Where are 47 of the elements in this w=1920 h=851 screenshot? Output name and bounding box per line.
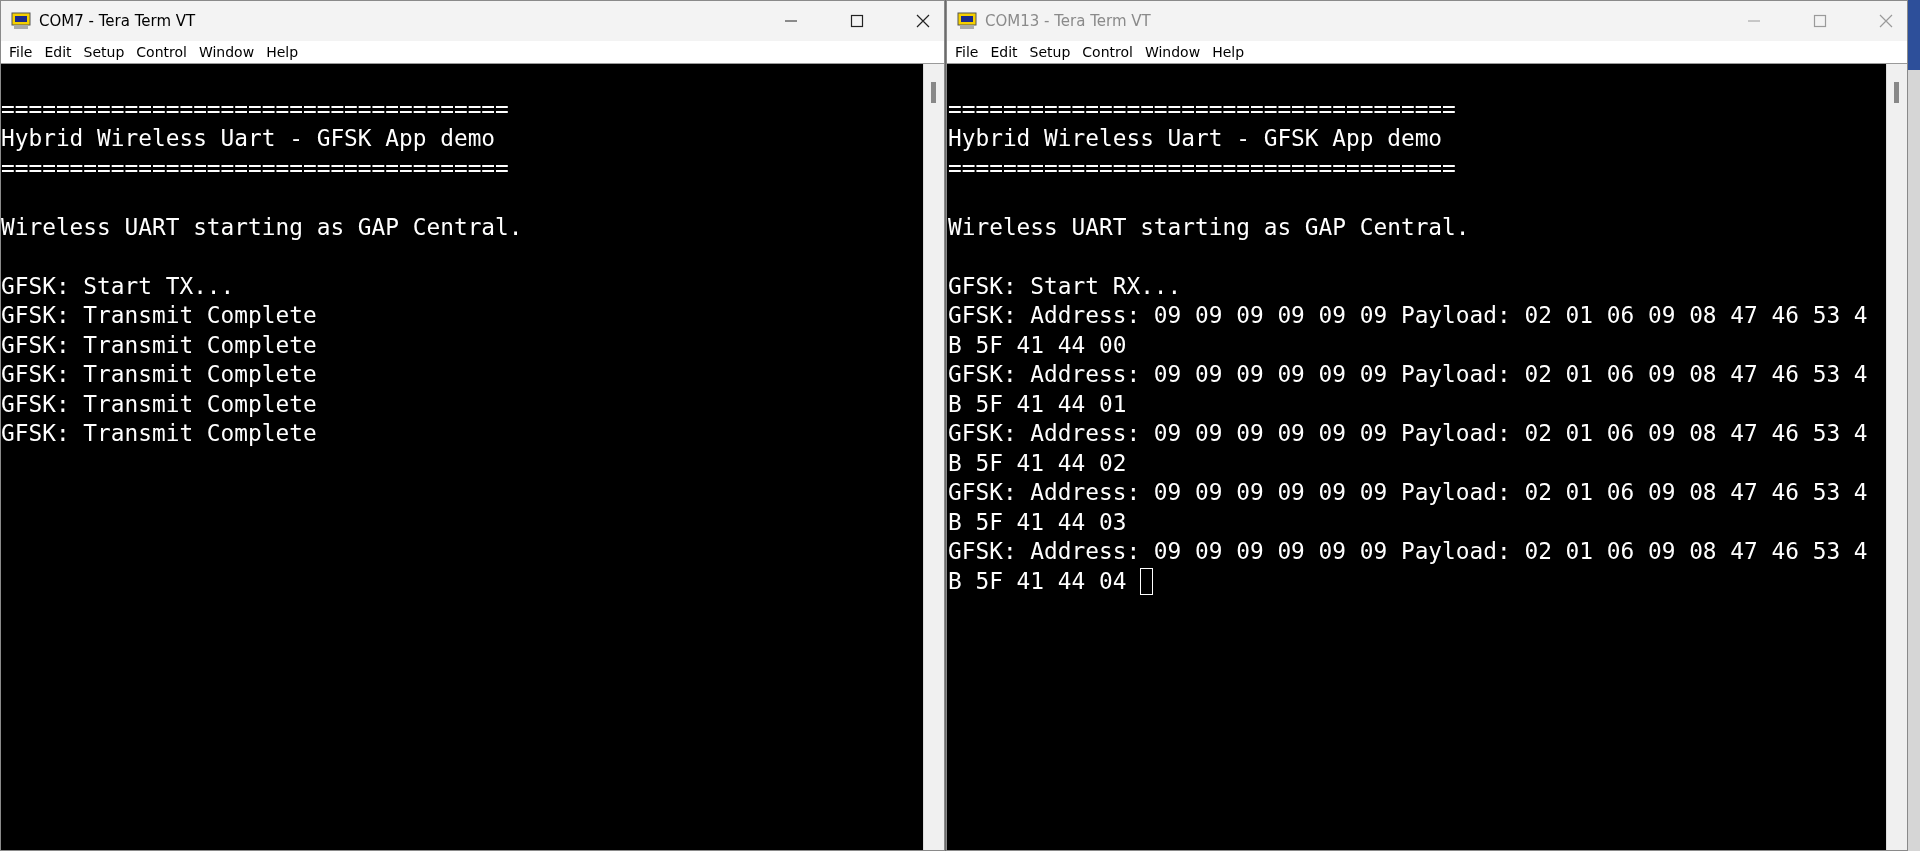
close-icon[interactable]	[916, 14, 930, 28]
terminal-line: GFSK: Address: 09 09 09 09 09 09 Payload: 02 01 06 09 08 47 46 53 4	[948, 419, 1868, 448]
menu-item[interactable]: Window	[192, 44, 261, 60]
maximize-icon[interactable]	[850, 14, 864, 28]
scrollbar-thumb[interactable]	[1894, 82, 1899, 103]
menu-item[interactable]: File	[949, 44, 985, 60]
menu-item[interactable]: Edit	[984, 44, 1024, 60]
terminal-line: =====================================	[948, 94, 1456, 124]
terminal-line: GFSK: Start RX...	[948, 271, 1182, 301]
scrollbar-thumb[interactable]	[931, 82, 936, 103]
terminal-line: GFSK: Transmit Complete	[1, 301, 317, 330]
terminal-line: =====================================	[1, 94, 509, 124]
terminal-line: Hybrid Wireless Uart - GFSK App demo	[948, 124, 1443, 153]
terminal-line: B 5F 41 44 03	[948, 507, 1127, 537]
terminal-line: B 5F 41 44 01	[948, 389, 1127, 419]
menu-item[interactable]: Setup	[1023, 44, 1077, 60]
window-title: COM13 - Tera Term VT	[985, 12, 1151, 30]
terminal-line: GFSK: Transmit Complete	[1, 330, 317, 360]
terminal-line: =====================================	[948, 153, 1456, 183]
menu-item[interactable]: Control	[130, 44, 193, 60]
terminal-line: GFSK: Transmit Complete	[1, 389, 317, 419]
menu-item[interactable]: Control	[1076, 44, 1139, 60]
terminal-line: B 5F 41 44 00	[948, 330, 1127, 360]
terminal-line: Wireless UART starting as GAP Central.	[948, 212, 1470, 242]
menu-item[interactable]: Window	[1138, 44, 1207, 60]
terminal-line: GFSK: Address: 09 09 09 09 09 09 Payload: 02 01 06 09 08 47 46 53 4	[948, 360, 1868, 389]
terminal-line: GFSK: Address: 09 09 09 09 09 09 Payload: 02 01 06 09 08 47 46 53 4	[948, 478, 1868, 507]
app-icon	[957, 12, 977, 30]
app-icon	[11, 12, 31, 30]
menu-item[interactable]: Setup	[77, 44, 131, 60]
terminal-line: GFSK: Address: 09 09 09 09 09 09 Payload: 02 01 06 09 08 47 46 53 4	[948, 301, 1868, 330]
terminal-line: B 5F 41 44 02	[948, 448, 1127, 478]
terminal-line: GFSK: Address: 09 09 09 09 09 09 Payload: 02 01 06 09 08 47 46 53 4	[948, 537, 1868, 566]
terminal-line: Hybrid Wireless Uart - GFSK App demo	[1, 124, 496, 153]
scrollbar[interactable]	[1886, 64, 1907, 850]
terminal-line: GFSK: Transmit Complete	[1, 419, 317, 448]
terminal-line: Wireless UART starting as GAP Central.	[1, 212, 523, 242]
menu-item[interactable]: Edit	[38, 44, 78, 60]
terminal-line: B 5F 41 44 04	[948, 566, 1127, 596]
terminal-line: GFSK: Start TX...	[1, 271, 235, 301]
menu-item[interactable]: Help	[260, 44, 305, 60]
terminal-line: GFSK: Transmit Complete	[1, 360, 317, 389]
terminal-line: =====================================	[1, 153, 509, 183]
scrollbar[interactable]	[923, 64, 944, 850]
menu-item[interactable]: File	[3, 44, 39, 60]
menu-item[interactable]: Help	[1206, 44, 1251, 60]
window-title: COM7 - Tera Term VT	[39, 12, 196, 30]
